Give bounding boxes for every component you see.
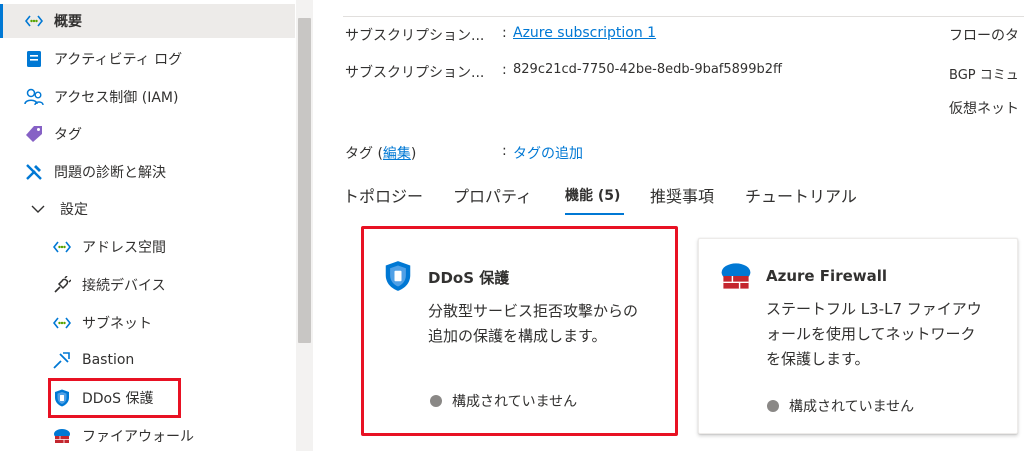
bgp-community-label: BGP コミュ <box>949 68 1019 83</box>
tab-tutorials[interactable]: チュートリアル <box>745 183 857 207</box>
sidebar-item-activity-log[interactable]: アクティビティ ログ <box>0 42 295 76</box>
firewall-icon <box>718 260 754 296</box>
sidebar-scrollbar-thumb[interactable] <box>298 18 311 343</box>
sidebar-item-iam[interactable]: アクセス制御 (IAM) <box>0 80 295 114</box>
ddos-card-description: 分散型サービス拒否攻撃からの 追加の保護を構成します。 <box>428 299 638 349</box>
azure-firewall-card[interactable]: Azure Firewall ステートフル L3-L7 ファイアウ ォールを使用… <box>698 238 1018 434</box>
sidebar-item-label: サブネット <box>82 316 152 332</box>
status-dot-icon <box>767 400 779 412</box>
firewall-icon <box>52 426 72 446</box>
firewall-status-text: 構成されていません <box>789 399 915 415</box>
sidebar-item-label: アクセス制御 (IAM) <box>54 90 179 106</box>
sidebar-item-label: 問題の診断と解決 <box>54 165 166 181</box>
tags-label-text: タグ <box>345 146 373 162</box>
tags-label: タグ (編集) <box>345 143 416 163</box>
network-brackets-icon <box>24 11 44 31</box>
flow-timeout-label: フローのタ <box>949 28 1019 44</box>
tags-edit-link[interactable]: 編集 <box>383 146 411 162</box>
sidebar-item-connected-devices[interactable]: 接続デバイス <box>0 268 295 302</box>
network-brackets-icon <box>52 237 72 257</box>
sidebar-item-diagnose[interactable]: 問題の診断と解決 <box>0 155 295 189</box>
sidebar-item-label: 接続デバイス <box>82 278 166 294</box>
sidebar-item-label: 設定 <box>60 202 88 218</box>
firewall-card-description: ステートフル L3-L7 ファイアウ ォールを使用してネットワーク を保護します… <box>766 297 982 372</box>
sidebar-item-label: アドレス空間 <box>82 240 166 256</box>
sidebar-group-settings[interactable]: 設定 <box>0 192 295 226</box>
tags-colon: : <box>502 143 507 159</box>
resource-menu-sidebar: 概要 アクティビティ ログ アクセス制御 (IAM) タグ 問題の診断と解決 設… <box>0 0 313 451</box>
ddos-protection-card[interactable]: DDoS 保護 分散型サービス拒否攻撃からの 追加の保護を構成します。 構成され… <box>361 226 678 436</box>
subscription-label: サブスクリプション... <box>345 28 485 44</box>
tags-edit-close-paren: ) <box>410 146 417 162</box>
essentials-divider <box>343 16 1024 17</box>
ddos-nav-highlight-box <box>48 378 181 418</box>
subscription-id-colon: : <box>502 62 507 78</box>
plug-icon <box>52 275 72 295</box>
firewall-status: 構成されていません <box>767 396 914 416</box>
virtual-network-label: 仮想ネット <box>949 101 1019 117</box>
subscription-id-label: サブスクリプション... <box>345 65 485 81</box>
tab-properties[interactable]: プロパティ <box>453 183 532 207</box>
overview-main-panel: サブスクリプション... : Azure subscription 1 サブスク… <box>313 0 1024 451</box>
sidebar-item-label: アクティビティ ログ <box>54 52 183 68</box>
tab-capabilities[interactable]: 機能 (5) <box>565 185 620 205</box>
subscription-colon: : <box>502 25 507 41</box>
ddos-desc-line: 追加の保護を構成します。 <box>428 327 607 345</box>
bastion-icon <box>52 350 72 370</box>
sidebar-item-subnets[interactable]: サブネット <box>0 306 295 340</box>
azure-portal-vnet-overview: 概要 アクティビティ ログ アクセス制御 (IAM) タグ 問題の診断と解決 設… <box>0 0 1024 451</box>
ddos-status-text: 構成されていません <box>452 394 578 410</box>
sidebar-item-label: Bastion <box>82 352 135 368</box>
ddos-status: 構成されていません <box>430 391 577 411</box>
tag-icon <box>24 124 44 144</box>
subscription-link[interactable]: Azure subscription 1 <box>513 25 656 41</box>
network-brackets-icon <box>52 313 72 333</box>
add-tags-link[interactable]: タグの追加 <box>513 143 583 163</box>
status-dot-icon <box>430 395 442 407</box>
sidebar-item-bastion[interactable]: Bastion <box>0 343 295 377</box>
subscription-id-value: 829c21cd-7750-42be-8edb-9baf5899b2ff <box>513 62 782 77</box>
sidebar-item-label: ファイアウォール <box>82 429 194 445</box>
sidebar-item-label: タグ <box>54 127 82 143</box>
people-icon <box>24 87 44 107</box>
tab-topology[interactable]: トポロジー <box>343 183 423 207</box>
firewall-card-title: Azure Firewall <box>766 267 888 285</box>
sidebar-item-label: 概要 <box>54 14 82 30</box>
firewall-desc-line: ォールを使用してネットワーク <box>766 325 976 343</box>
sidebar-item-address-space[interactable]: アドレス空間 <box>0 230 295 264</box>
firewall-desc-line: ステートフル L3-L7 ファイアウ <box>766 300 982 318</box>
sidebar-item-overview[interactable]: 概要 <box>0 4 295 38</box>
firewall-desc-line: を保護します。 <box>766 350 870 368</box>
chevron-down-icon <box>28 199 48 219</box>
active-tab-indicator <box>565 213 624 215</box>
wrench-icon <box>24 162 44 182</box>
activity-log-icon <box>24 49 44 69</box>
sidebar-item-firewall[interactable]: ファイアウォール <box>0 419 295 451</box>
sidebar-item-tags[interactable]: タグ <box>0 117 295 151</box>
ddos-desc-line: 分散型サービス拒否攻撃からの <box>428 302 639 320</box>
tab-recommendations[interactable]: 推奨事項 <box>650 183 714 207</box>
ddos-card-title: DDoS 保護 <box>428 269 510 287</box>
shield-icon <box>384 260 412 296</box>
